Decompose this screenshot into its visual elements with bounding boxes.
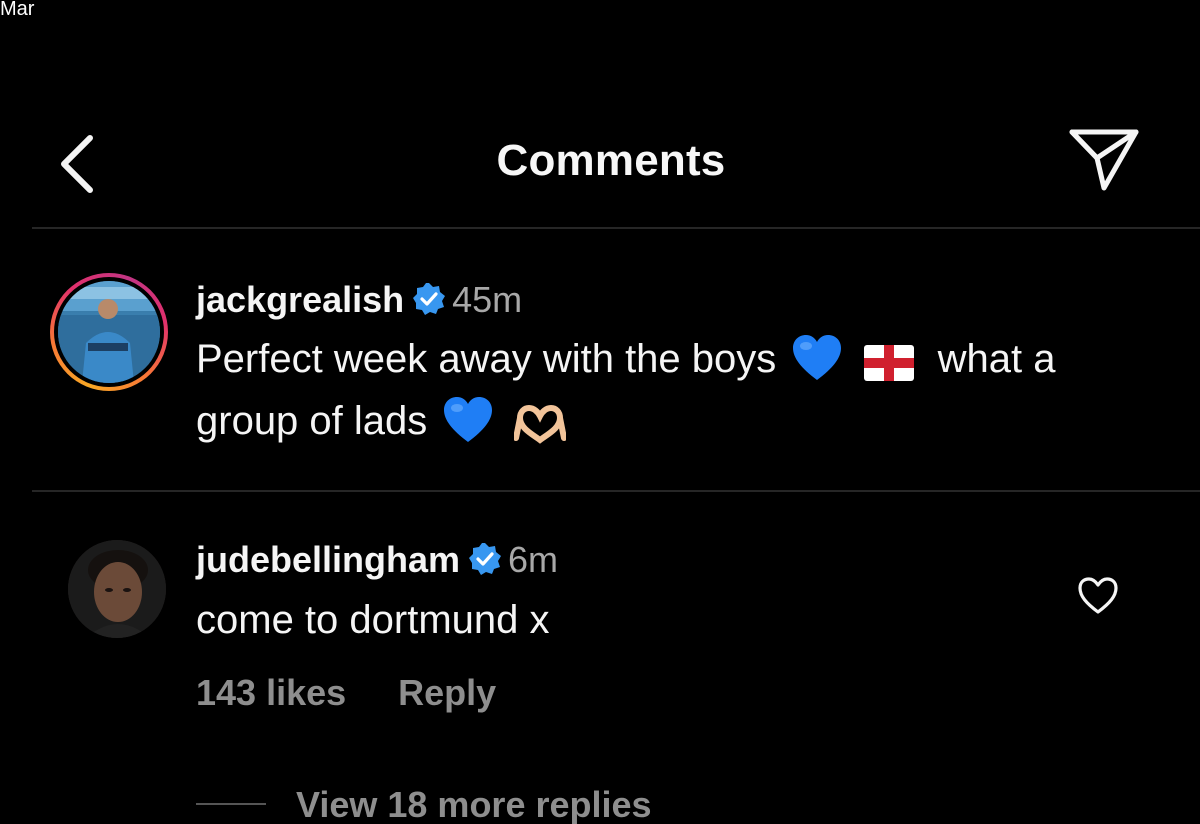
comment-text: come to dortmund x: [196, 598, 550, 642]
heart-hands-icon: [512, 404, 567, 457]
comment-author-avatar[interactable]: [68, 540, 166, 638]
comment-header: judebellingham 6m: [196, 540, 558, 584]
heart-outline-icon: [1078, 577, 1118, 614]
comment-username[interactable]: judebellingham: [196, 539, 460, 580]
reply-button[interactable]: Reply: [398, 672, 496, 713]
status-bar-date-fragment: Mar: [0, 0, 35, 20]
caption-text-part: Perfect week away with the boys: [196, 337, 777, 381]
blue-heart-icon: [791, 334, 843, 395]
view-replies-button[interactable]: View 18 more replies: [196, 784, 652, 824]
verified-badge-icon: [468, 542, 502, 584]
share-button[interactable]: [1064, 122, 1144, 194]
avatar: [58, 281, 160, 383]
comment-time: 6m: [508, 539, 559, 580]
post-username[interactable]: jackgrealish: [196, 279, 404, 320]
post-time: 45m: [452, 279, 523, 320]
blue-heart-icon: [442, 396, 494, 457]
paper-plane-icon: [1069, 129, 1139, 191]
avatar-photo: [58, 281, 160, 383]
post-header: jackgrealish 45m: [196, 280, 522, 324]
page-title: Comments: [496, 136, 726, 185]
header-divider: [32, 227, 1200, 229]
post-divider: [32, 490, 1200, 492]
comments-header: Comments: [0, 120, 1200, 200]
verified-badge-icon: [412, 282, 446, 324]
caption-text-part: group of lads: [196, 399, 428, 443]
replies-divider-line: [196, 803, 266, 805]
avatar-photo: [68, 540, 166, 638]
post-author-avatar[interactable]: [50, 273, 168, 391]
england-flag-icon: [863, 343, 915, 395]
view-replies-label: View 18 more replies: [296, 784, 652, 824]
caption-text-part: what a: [937, 337, 1056, 381]
like-button[interactable]: [1077, 576, 1119, 616]
comment-meta: 143 likes Reply: [196, 672, 496, 714]
post-caption: Perfect week away with the boys what a g…: [196, 333, 1056, 457]
likes-count[interactable]: 143 likes: [196, 672, 346, 713]
